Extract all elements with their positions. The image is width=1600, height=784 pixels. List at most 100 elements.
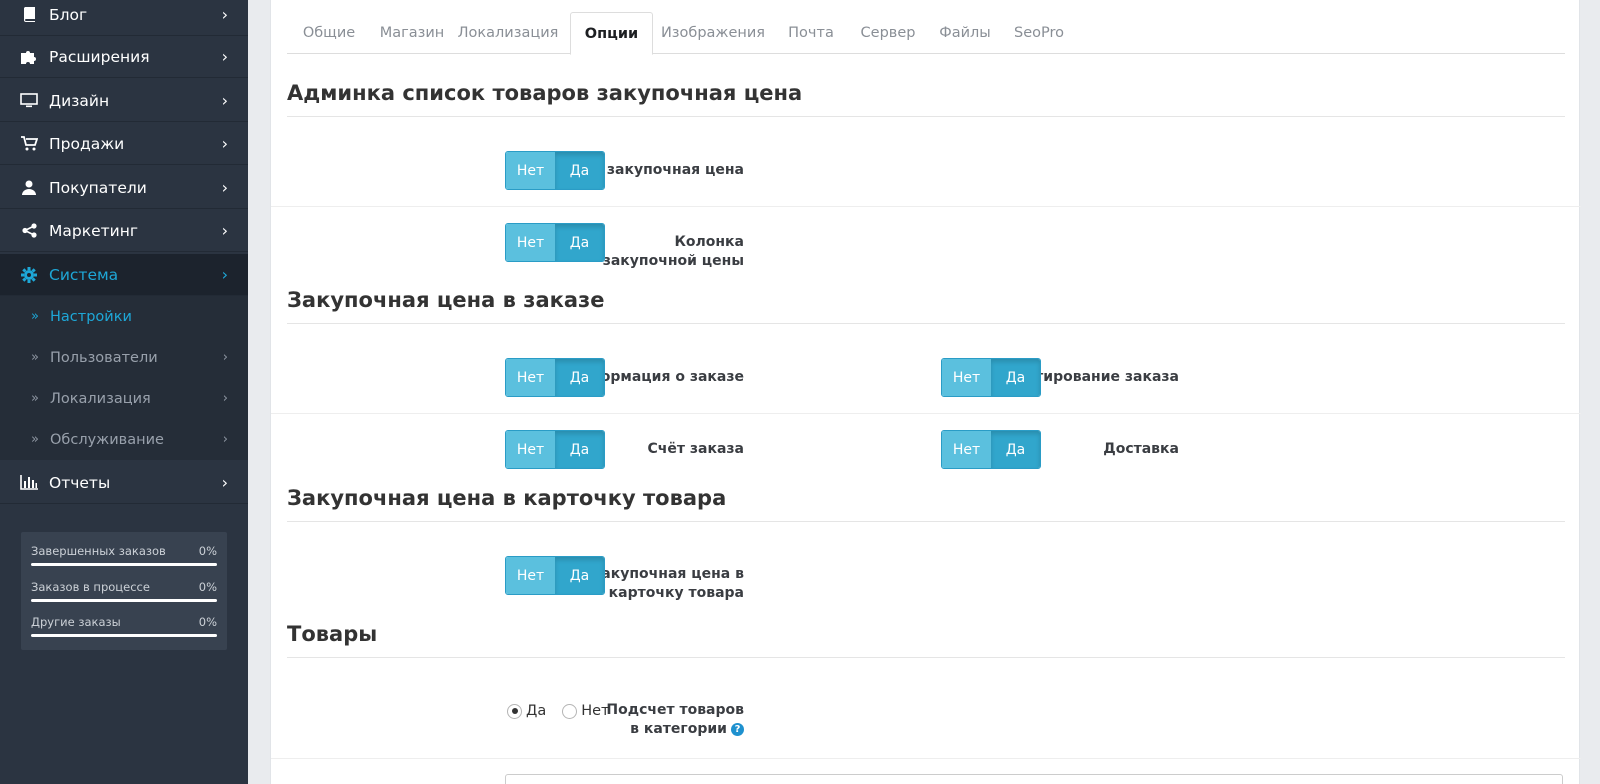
sidebar-item-customers[interactable]: Покупатели › bbox=[0, 167, 248, 209]
chevron-right-icon: › bbox=[221, 265, 228, 284]
chevron-right-icon: › bbox=[222, 391, 228, 406]
column-price-toggle: Нет Да bbox=[505, 223, 605, 262]
sidebar-item-extensions[interactable]: Расширения › bbox=[0, 36, 248, 78]
toggle-no-button[interactable]: Нет bbox=[942, 431, 991, 468]
stat-progress-bar bbox=[31, 563, 217, 566]
stat-label: Заказов в процессе bbox=[31, 579, 150, 594]
stat-other: Другие заказы 0% bbox=[31, 615, 217, 651]
double-chevron-icon: » bbox=[31, 432, 39, 447]
toggle-no-button[interactable]: Нет bbox=[506, 152, 555, 189]
chevron-right-icon: › bbox=[221, 47, 228, 66]
chevron-right-icon: › bbox=[221, 221, 228, 240]
sidebar-item-reports[interactable]: Отчеты › bbox=[0, 462, 248, 504]
sidebar-item-label: Расширения bbox=[49, 47, 150, 66]
filter-price-toggle: Нет Да bbox=[505, 151, 605, 190]
row-divider bbox=[271, 206, 1581, 207]
chevron-right-icon: › bbox=[221, 5, 228, 24]
monitor-icon bbox=[20, 92, 38, 110]
toggle-no-button[interactable]: Нет bbox=[506, 431, 555, 468]
text-input[interactable] bbox=[505, 774, 1563, 784]
tab-options[interactable]: Опции bbox=[570, 12, 653, 55]
sidebar-item-label: Дизайн bbox=[49, 91, 110, 110]
sidebar: Блог › Расширения › Дизайн › Продажи › П… bbox=[0, 0, 248, 784]
sidebar-subitem-label: Настройки bbox=[50, 308, 132, 325]
toggle-yes-button[interactable]: Да bbox=[555, 431, 604, 468]
category-count-radio-group: Да Нет bbox=[507, 703, 610, 719]
sidebar-subitem-label: Локализация bbox=[50, 390, 151, 407]
tab-mail[interactable]: Почта bbox=[776, 12, 846, 54]
bar-chart-icon bbox=[20, 474, 38, 492]
radio-no-label: Нет bbox=[581, 703, 610, 719]
question-icon[interactable]: ? bbox=[731, 722, 744, 736]
double-chevron-icon: » bbox=[31, 391, 39, 406]
tab-server[interactable]: Сервер bbox=[848, 12, 928, 54]
order-edit-toggle: Нет Да bbox=[941, 358, 1041, 397]
sidebar-item-design[interactable]: Дизайн › bbox=[0, 80, 248, 122]
book-icon bbox=[20, 6, 38, 24]
stat-progress-bar bbox=[31, 634, 217, 637]
double-chevron-icon: » bbox=[31, 350, 39, 365]
tab-store[interactable]: Магазин bbox=[371, 12, 453, 54]
toggle-yes-button[interactable]: Да bbox=[991, 359, 1040, 396]
chevron-right-icon: › bbox=[222, 350, 228, 365]
sidebar-item-system[interactable]: Система › bbox=[0, 254, 248, 296]
stat-label: Другие заказы bbox=[31, 615, 121, 629]
radio-no[interactable] bbox=[562, 703, 578, 719]
toggle-no-button[interactable]: Нет bbox=[506, 359, 555, 396]
puzzle-icon bbox=[20, 48, 38, 66]
toggle-yes-button[interactable]: Да bbox=[991, 431, 1040, 468]
sidebar-subitem-label: Пользователи bbox=[50, 349, 158, 366]
chevron-right-icon: › bbox=[221, 91, 228, 110]
section-title: Админка список товаров закупочная цена bbox=[287, 81, 1565, 117]
toggle-no-button[interactable]: Нет bbox=[506, 224, 555, 261]
stat-completed: Завершенных заказов 0% bbox=[31, 544, 217, 580]
toggle-no-button[interactable]: Нет bbox=[942, 359, 991, 396]
sidebar-subitem-maintenance[interactable]: » Обслуживание › bbox=[0, 419, 248, 460]
toggle-yes-button[interactable]: Да bbox=[555, 359, 604, 396]
chevron-right-icon: › bbox=[221, 473, 228, 492]
sidebar-subitem-settings[interactable]: » Настройки bbox=[0, 296, 248, 337]
sidebar-item-label: Маркетинг bbox=[49, 221, 138, 240]
sidebar-item-blog[interactable]: Блог › bbox=[0, 0, 248, 36]
sidebar-subitem-localisation[interactable]: » Локализация › bbox=[0, 378, 248, 419]
radio-yes[interactable] bbox=[507, 703, 522, 719]
chevron-right-icon: › bbox=[221, 178, 228, 197]
toggle-yes-button[interactable]: Да bbox=[555, 152, 604, 189]
stat-value: 0% bbox=[198, 579, 217, 594]
stat-progress-bar bbox=[31, 598, 217, 602]
order-info-toggle: Нет Да bbox=[505, 358, 605, 397]
sidebar-item-label: Отчеты bbox=[49, 473, 111, 492]
double-chevron-icon: » bbox=[31, 309, 39, 324]
tab-seopro[interactable]: SeoPro bbox=[1001, 12, 1077, 54]
sidebar-subitem-label: Обслуживание bbox=[50, 431, 164, 448]
tab-files[interactable]: Файлы bbox=[930, 12, 1000, 54]
section-title: Закупочная цена в карточку товара bbox=[287, 486, 1565, 522]
tab-localisation[interactable]: Локализация bbox=[453, 12, 563, 54]
sidebar-item-label: Блог bbox=[49, 5, 88, 24]
toggle-yes-button[interactable]: Да bbox=[555, 224, 604, 261]
tab-images[interactable]: Изображения bbox=[657, 12, 769, 54]
chevron-right-icon: › bbox=[222, 432, 228, 447]
card-price-toggle: Нет Да bbox=[505, 556, 605, 595]
sidebar-item-sales[interactable]: Продажи › bbox=[0, 123, 248, 165]
toggle-yes-button[interactable]: Да bbox=[555, 557, 604, 594]
radio-yes-label: Да bbox=[526, 703, 547, 719]
row-divider bbox=[271, 758, 1581, 759]
stat-processing: Заказов в процессе 0% bbox=[31, 580, 217, 616]
sidebar-item-label: Продажи bbox=[49, 134, 125, 153]
tab-general[interactable]: Общие bbox=[287, 12, 371, 54]
stat-value: 0% bbox=[198, 544, 217, 558]
sidebar-item-label: Покупатели bbox=[49, 178, 147, 197]
row-divider bbox=[271, 413, 1581, 414]
sidebar-subitem-users[interactable]: » Пользователи › bbox=[0, 337, 248, 378]
toggle-no-button[interactable]: Нет bbox=[506, 557, 555, 594]
chevron-right-icon: › bbox=[221, 134, 228, 153]
sidebar-item-label: Система bbox=[49, 265, 119, 284]
order-stats: Завершенных заказов 0% Заказов в процессе… bbox=[21, 532, 227, 650]
sidebar-item-marketing[interactable]: Маркетинг › bbox=[0, 210, 248, 252]
settings-panel: Общие Магазин Локализация Опции Изображе… bbox=[270, 0, 1581, 784]
stat-label: Завершенных заказов bbox=[31, 544, 166, 558]
cart-icon bbox=[20, 135, 38, 153]
order-invoice-toggle: Нет Да bbox=[505, 430, 605, 469]
field-label-text: Подсчет товаров в категории bbox=[606, 702, 744, 737]
